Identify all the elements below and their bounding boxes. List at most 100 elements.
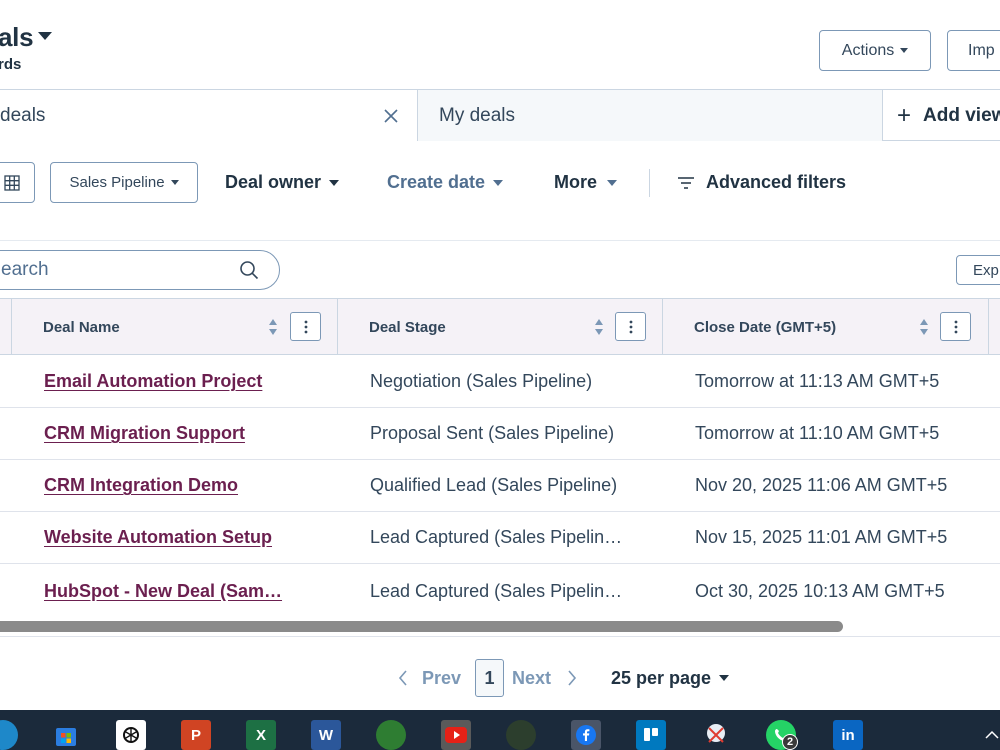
column-header-close-date[interactable]: Close Date (GMT+5) [663, 299, 989, 355]
divider [649, 169, 650, 197]
horizontal-scrollbar[interactable] [0, 620, 1000, 634]
tray-chevron-up-icon[interactable] [982, 720, 1000, 750]
table-row[interactable]: CRM Integration Demo Qualified Lead (Sal… [0, 460, 1000, 512]
chevron-down-icon [38, 32, 53, 41]
deal-name-cell[interactable]: Website Automation Setup [44, 512, 334, 563]
deal-owner-filter[interactable]: Deal owner [225, 162, 340, 203]
prev-page-button[interactable]: Prev [398, 659, 461, 697]
table-row[interactable]: HubSpot - New Deal (Sam… Lead Captured (… [0, 564, 1000, 618]
powerpoint-label: P [190, 726, 201, 744]
deal-stage-cell: Proposal Sent (Sales Pipeline) [370, 423, 615, 443]
per-page-select[interactable]: 25 per page [611, 659, 730, 697]
edge-browser-icon[interactable] [0, 720, 18, 750]
deal-stage-cell: Qualified Lead (Sales Pipeline) [370, 475, 618, 495]
column-menu-button[interactable] [615, 312, 646, 341]
store-icon [56, 728, 76, 746]
table-row[interactable]: Website Automation Setup Lead Captured (… [0, 512, 1000, 564]
scrollbar-thumb[interactable] [0, 621, 843, 632]
next-page-button[interactable]: Next [512, 659, 577, 697]
create-date-filter[interactable]: Create date [387, 162, 504, 203]
chatgpt-logo-icon [123, 727, 139, 743]
crest-app-icon[interactable] [506, 720, 536, 750]
more-vertical-icon [954, 320, 957, 333]
close-date-cell: Tomorrow at 11:13 AM GMT+5 [695, 371, 940, 391]
close-date-cell: Oct 30, 2025 10:13 AM GMT+5 [695, 580, 945, 601]
deals-page: als rds Actions Imp deals My deals + Add … [0, 0, 1000, 750]
pipeline-select[interactable]: Sales Pipeline [50, 162, 198, 203]
whatsapp-icon[interactable]: 2 [766, 720, 798, 750]
page-number-button[interactable]: 1 [475, 659, 504, 697]
search-icon [240, 261, 259, 280]
facebook-app-icon[interactable] [571, 720, 601, 750]
deal-name-cell[interactable]: CRM Migration Support [44, 408, 334, 459]
linkedin-icon[interactable]: in [833, 720, 863, 750]
plus-icon: + [897, 101, 912, 129]
table-row[interactable]: Email Automation Project Negotiation (Sa… [0, 356, 1000, 408]
chevron-down-icon [900, 48, 909, 53]
column-header-deal-stage[interactable]: Deal Stage [338, 299, 663, 355]
advanced-filters-button[interactable]: Advanced filters [677, 162, 846, 203]
youtube-icon[interactable] [441, 720, 471, 750]
deal-link[interactable]: Email Automation Project [44, 371, 262, 392]
grid-icon [3, 174, 20, 191]
board-view-button[interactable] [0, 162, 35, 203]
chevron-down-icon [493, 179, 504, 186]
divider [0, 240, 1000, 241]
page-title-text: als [0, 22, 34, 52]
word-icon[interactable]: W [311, 720, 341, 750]
deal-name-cell[interactable]: Email Automation Project [44, 356, 334, 407]
column-label: Deal Stage [369, 318, 446, 336]
column-label: Close Date (GMT+5) [694, 318, 837, 336]
column-header-deal-name[interactable]: Deal Name [12, 299, 338, 355]
close-date-cell: Tomorrow at 11:10 AM GMT+5 [695, 423, 940, 443]
deal-name-cell[interactable]: HubSpot - New Deal (Sam… [44, 564, 334, 618]
notification-badge: 2 [782, 734, 798, 750]
chatgpt-icon[interactable] [116, 720, 146, 750]
export-button[interactable]: Exp [956, 255, 1000, 285]
column-menu-button[interactable] [290, 312, 321, 341]
table-header: Deal Name Deal Stage Close Date (GMT+5) [0, 298, 1000, 355]
sort-icon[interactable] [594, 318, 604, 336]
microsoft-store-icon[interactable] [51, 720, 81, 750]
filter-icon [678, 176, 694, 189]
deal-link[interactable]: Website Automation Setup [44, 527, 272, 548]
search-placeholder: earch [1, 259, 49, 280]
deal-link[interactable]: HubSpot - New Deal (Sam… [44, 581, 282, 602]
import-label: Imp [968, 41, 995, 59]
table-row[interactable]: CRM Migration Support Proposal Sent (Sal… [0, 408, 1000, 460]
close-icon[interactable] [382, 107, 400, 125]
deal-link[interactable]: CRM Migration Support [44, 423, 245, 444]
add-view-button[interactable]: + Add view [897, 90, 1000, 141]
actions-button[interactable]: Actions [819, 30, 931, 71]
sort-icon[interactable] [919, 318, 929, 336]
excel-label: X [255, 726, 266, 744]
import-button[interactable]: Imp [947, 30, 1000, 71]
deal-link[interactable]: CRM Integration Demo [44, 475, 238, 496]
trello-icon[interactable] [636, 720, 666, 750]
more-filter[interactable]: More [554, 162, 618, 203]
powerpoint-icon[interactable]: P [181, 720, 211, 750]
deal-name-cell[interactable]: CRM Integration Demo [44, 460, 334, 511]
close-date-cell: Nov 15, 2025 11:01 AM GMT+5 [695, 527, 948, 547]
deal-owner-label: Deal owner [225, 172, 322, 192]
page-title[interactable]: als [0, 22, 53, 53]
more-vertical-icon [629, 320, 632, 333]
search-input[interactable]: earch [0, 250, 280, 290]
chevron-down-icon [170, 180, 179, 185]
emblem-app-icon[interactable] [376, 720, 406, 750]
play-icon [445, 727, 467, 743]
os-taskbar: P X W 2 in [0, 710, 1000, 750]
snipping-tool-icon[interactable] [701, 720, 731, 750]
close-date-cell: Nov 20, 2025 11:06 AM GMT+5 [695, 475, 948, 495]
sort-icon[interactable] [268, 318, 278, 336]
checkbox-column-header [0, 299, 12, 355]
more-vertical-icon [304, 320, 307, 333]
column-menu-button[interactable] [940, 312, 971, 341]
scissors-icon [707, 724, 725, 743]
export-label: Exp [973, 261, 999, 279]
tab-all-deals[interactable]: deals [0, 90, 418, 141]
create-date-label: Create date [387, 172, 486, 192]
excel-icon[interactable]: X [246, 720, 276, 750]
tab-my-deals[interactable]: My deals [418, 90, 883, 141]
next-label: Next [512, 667, 552, 688]
